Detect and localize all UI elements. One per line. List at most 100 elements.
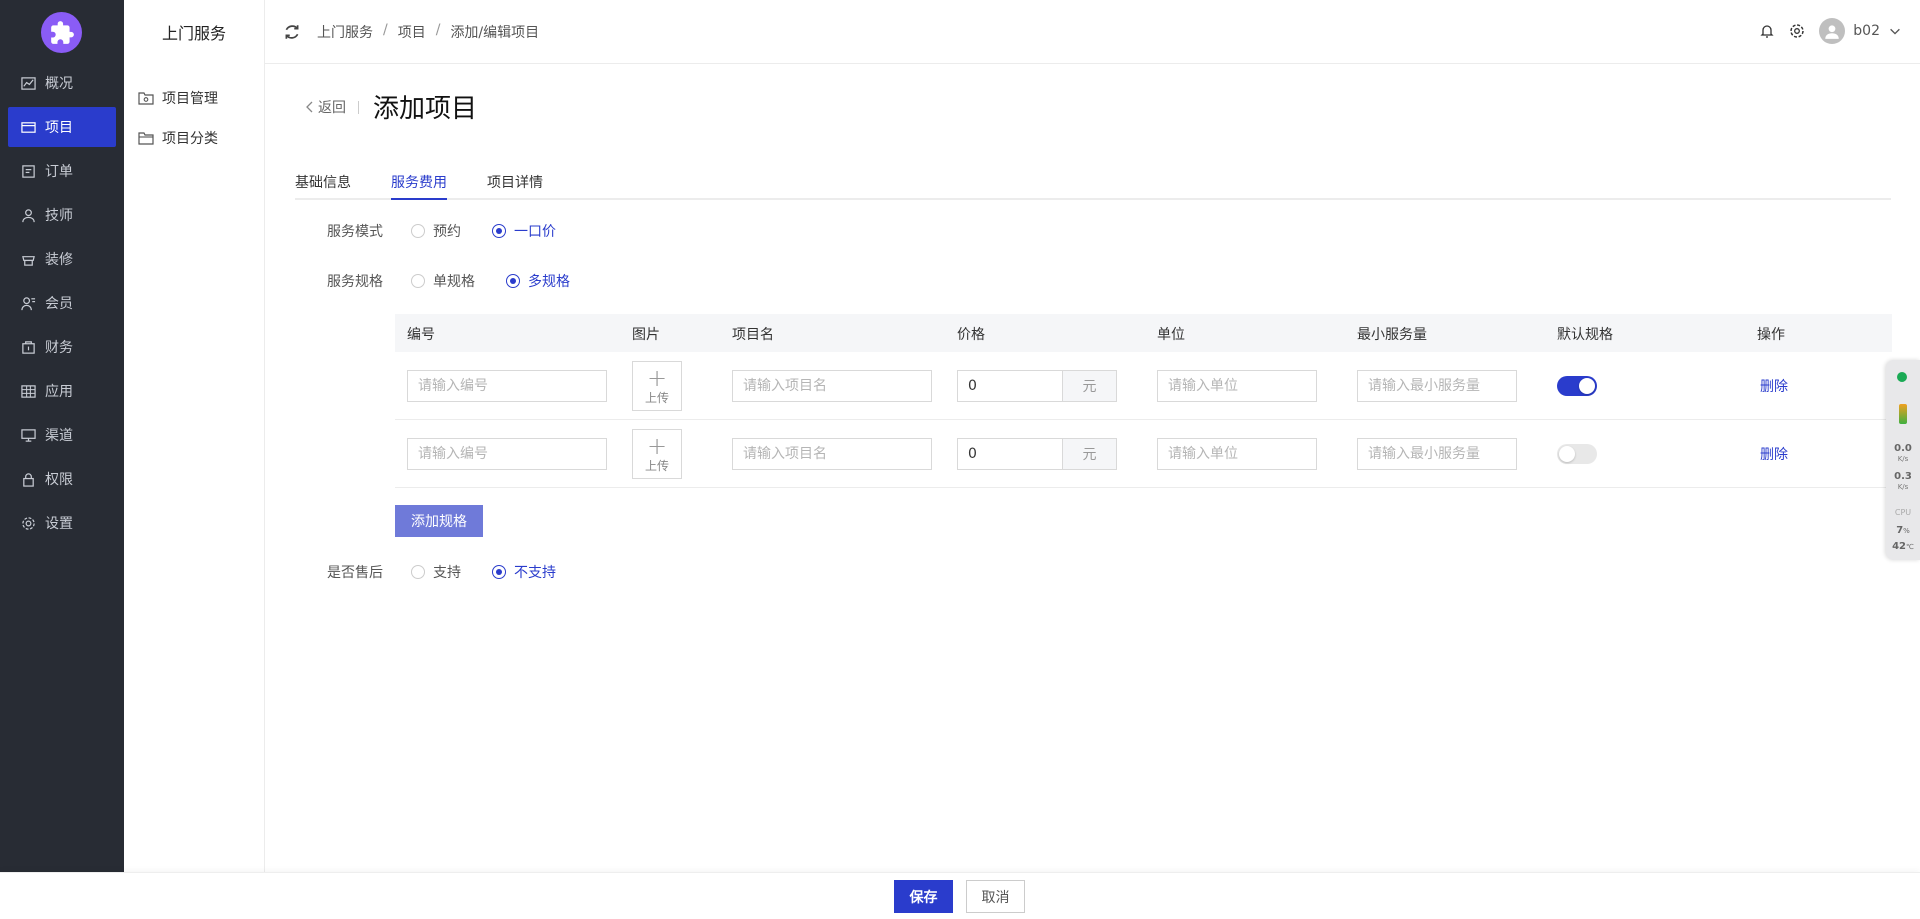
- app-logo[interactable]: [41, 12, 82, 53]
- tab-basic-info[interactable]: 基础信息: [295, 172, 351, 200]
- card-icon: [20, 119, 36, 135]
- submenu-item-project-category[interactable]: 项目分类: [138, 120, 218, 156]
- footer-bar: 保存 取消: [0, 872, 1920, 919]
- upload-label: 上传: [644, 458, 669, 473]
- radio-not-support[interactable]: 不支持: [492, 562, 556, 582]
- top-header: 上门服务 / 项目 / 添加/编辑项目 b02: [265, 0, 1920, 64]
- sidebar-item-label: 订单: [45, 164, 73, 180]
- plus-icon: +: [646, 431, 668, 460]
- submenu-item-label: 项目分类: [162, 131, 218, 147]
- sidebar-item-label: 权限: [45, 472, 73, 488]
- col-header-price: 价格: [957, 327, 985, 343]
- col-header-name: 项目名: [732, 327, 774, 343]
- user-icon: [20, 207, 36, 223]
- system-monitor-widget[interactable]: 0.0 K/s 0.3 K/s CPU 7% 42℃: [1886, 360, 1920, 560]
- avatar[interactable]: [1819, 18, 1846, 44]
- radio-circle: [411, 224, 425, 238]
- min-qty-input[interactable]: [1357, 370, 1517, 402]
- shop-icon: [20, 251, 36, 267]
- upload-label: 上传: [644, 390, 669, 405]
- sidebar-item-member[interactable]: 会员: [8, 283, 116, 323]
- submenu-title: 上门服务: [161, 24, 226, 43]
- submenu-item-label: 项目管理: [162, 91, 218, 107]
- tab-project-detail[interactable]: 项目详情: [487, 172, 543, 200]
- default-spec-switch[interactable]: [1557, 376, 1597, 396]
- sidebar-item-finance[interactable]: 财务: [8, 327, 116, 367]
- delete-link[interactable]: 删除: [1760, 444, 1788, 464]
- sidebar-item-overview[interactable]: 概况: [8, 63, 116, 103]
- user-name[interactable]: b02: [1853, 23, 1880, 39]
- radio-reservation[interactable]: 预约: [411, 221, 461, 241]
- sidebar-item-label: 渠道: [45, 428, 73, 444]
- project-name-input[interactable]: [732, 370, 932, 402]
- sidebar-item-channel[interactable]: 渠道: [8, 415, 116, 455]
- radio-multi-spec[interactable]: 多规格: [506, 271, 570, 291]
- chevron-down-icon[interactable]: [1888, 24, 1902, 38]
- price-input[interactable]: [957, 370, 1063, 402]
- net-down-unit: K/s: [1897, 455, 1909, 463]
- sidebar-item-apps[interactable]: 应用: [8, 371, 116, 411]
- save-button[interactable]: 保存: [894, 880, 953, 913]
- breadcrumb-item[interactable]: 上门服务: [317, 22, 373, 42]
- default-spec-switch[interactable]: [1557, 444, 1597, 464]
- sidebar-item-technician[interactable]: 技师: [8, 195, 116, 235]
- sidebar-item-decoration[interactable]: 装修: [8, 239, 116, 279]
- gear-icon[interactable]: [1789, 23, 1805, 39]
- temp-readout: 42℃: [1886, 541, 1920, 552]
- sidebar-item-order[interactable]: 订单: [8, 151, 116, 191]
- temp-value: 42: [1892, 541, 1907, 552]
- code-input[interactable]: [407, 438, 607, 470]
- sidebar-item-project[interactable]: 项目: [8, 107, 116, 147]
- sidebar-item-label: 应用: [45, 384, 73, 400]
- add-spec-button[interactable]: 添加规格: [395, 505, 483, 537]
- code-input[interactable]: [407, 370, 607, 402]
- net-down-value: 0.0: [1894, 443, 1912, 454]
- folder-icon: [138, 130, 154, 146]
- upload-button[interactable]: + 上传: [632, 429, 682, 479]
- radio-single-spec[interactable]: 单规格: [411, 271, 475, 291]
- price-input[interactable]: [957, 438, 1063, 470]
- sidebar-item-settings[interactable]: 设置: [8, 503, 116, 543]
- service-spec-label: 服务规格: [327, 274, 383, 290]
- net-up-unit: K/s: [1897, 483, 1909, 491]
- breadcrumb-item[interactable]: 项目: [398, 22, 426, 42]
- col-header-image: 图片: [632, 327, 660, 343]
- tab-service-fee[interactable]: 服务费用: [391, 172, 447, 200]
- chart-line-icon: [20, 75, 36, 91]
- back-label: 返回: [318, 100, 346, 116]
- delete-link[interactable]: 删除: [1760, 376, 1788, 396]
- sidebar-item-label: 技师: [45, 208, 73, 224]
- puzzle-icon: [50, 20, 74, 44]
- cpu-label: CPU: [1894, 508, 1912, 517]
- user-avatar-icon: [1825, 25, 1840, 39]
- min-qty-input[interactable]: [1357, 438, 1517, 470]
- sidebar-item-label: 财务: [45, 340, 73, 356]
- radio-circle: [492, 224, 506, 238]
- radio-label: 单规格: [433, 274, 475, 290]
- table-row: + 上传 元 删除: [395, 352, 1892, 420]
- cancel-button[interactable]: 取消: [966, 880, 1025, 913]
- project-name-input[interactable]: [732, 438, 932, 470]
- sidebar-item-label: 会员: [45, 296, 73, 312]
- col-header-unit: 单位: [1157, 327, 1185, 343]
- chevron-left-icon: [306, 101, 313, 113]
- sidebar-item-label: 装修: [45, 252, 73, 268]
- sidebar-item-permission[interactable]: 权限: [8, 459, 116, 499]
- switch-knob: [1559, 446, 1575, 462]
- upload-button[interactable]: + 上传: [632, 361, 682, 411]
- table-header: 编号 图片 项目名 价格 单位 最小服务量 默认规格 操作: [395, 314, 1892, 352]
- back-link[interactable]: 返回: [305, 97, 346, 117]
- page-title: 添加项目: [373, 94, 478, 124]
- cpu-readout: 7%: [1886, 525, 1920, 536]
- radio-label: 预约: [433, 224, 461, 240]
- radio-support[interactable]: 支持: [411, 562, 461, 582]
- refresh-icon[interactable]: [283, 23, 301, 41]
- unit-input[interactable]: [1157, 438, 1317, 470]
- bell-icon[interactable]: [1759, 23, 1775, 39]
- radio-fixed-price[interactable]: 一口价: [492, 221, 556, 241]
- col-header-min-qty: 最小服务量: [1357, 327, 1427, 343]
- unit-input[interactable]: [1157, 370, 1317, 402]
- radio-label: 多规格: [528, 274, 570, 290]
- submenu-item-project-management[interactable]: 项目管理: [138, 80, 218, 116]
- col-header-action: 操作: [1757, 327, 1785, 343]
